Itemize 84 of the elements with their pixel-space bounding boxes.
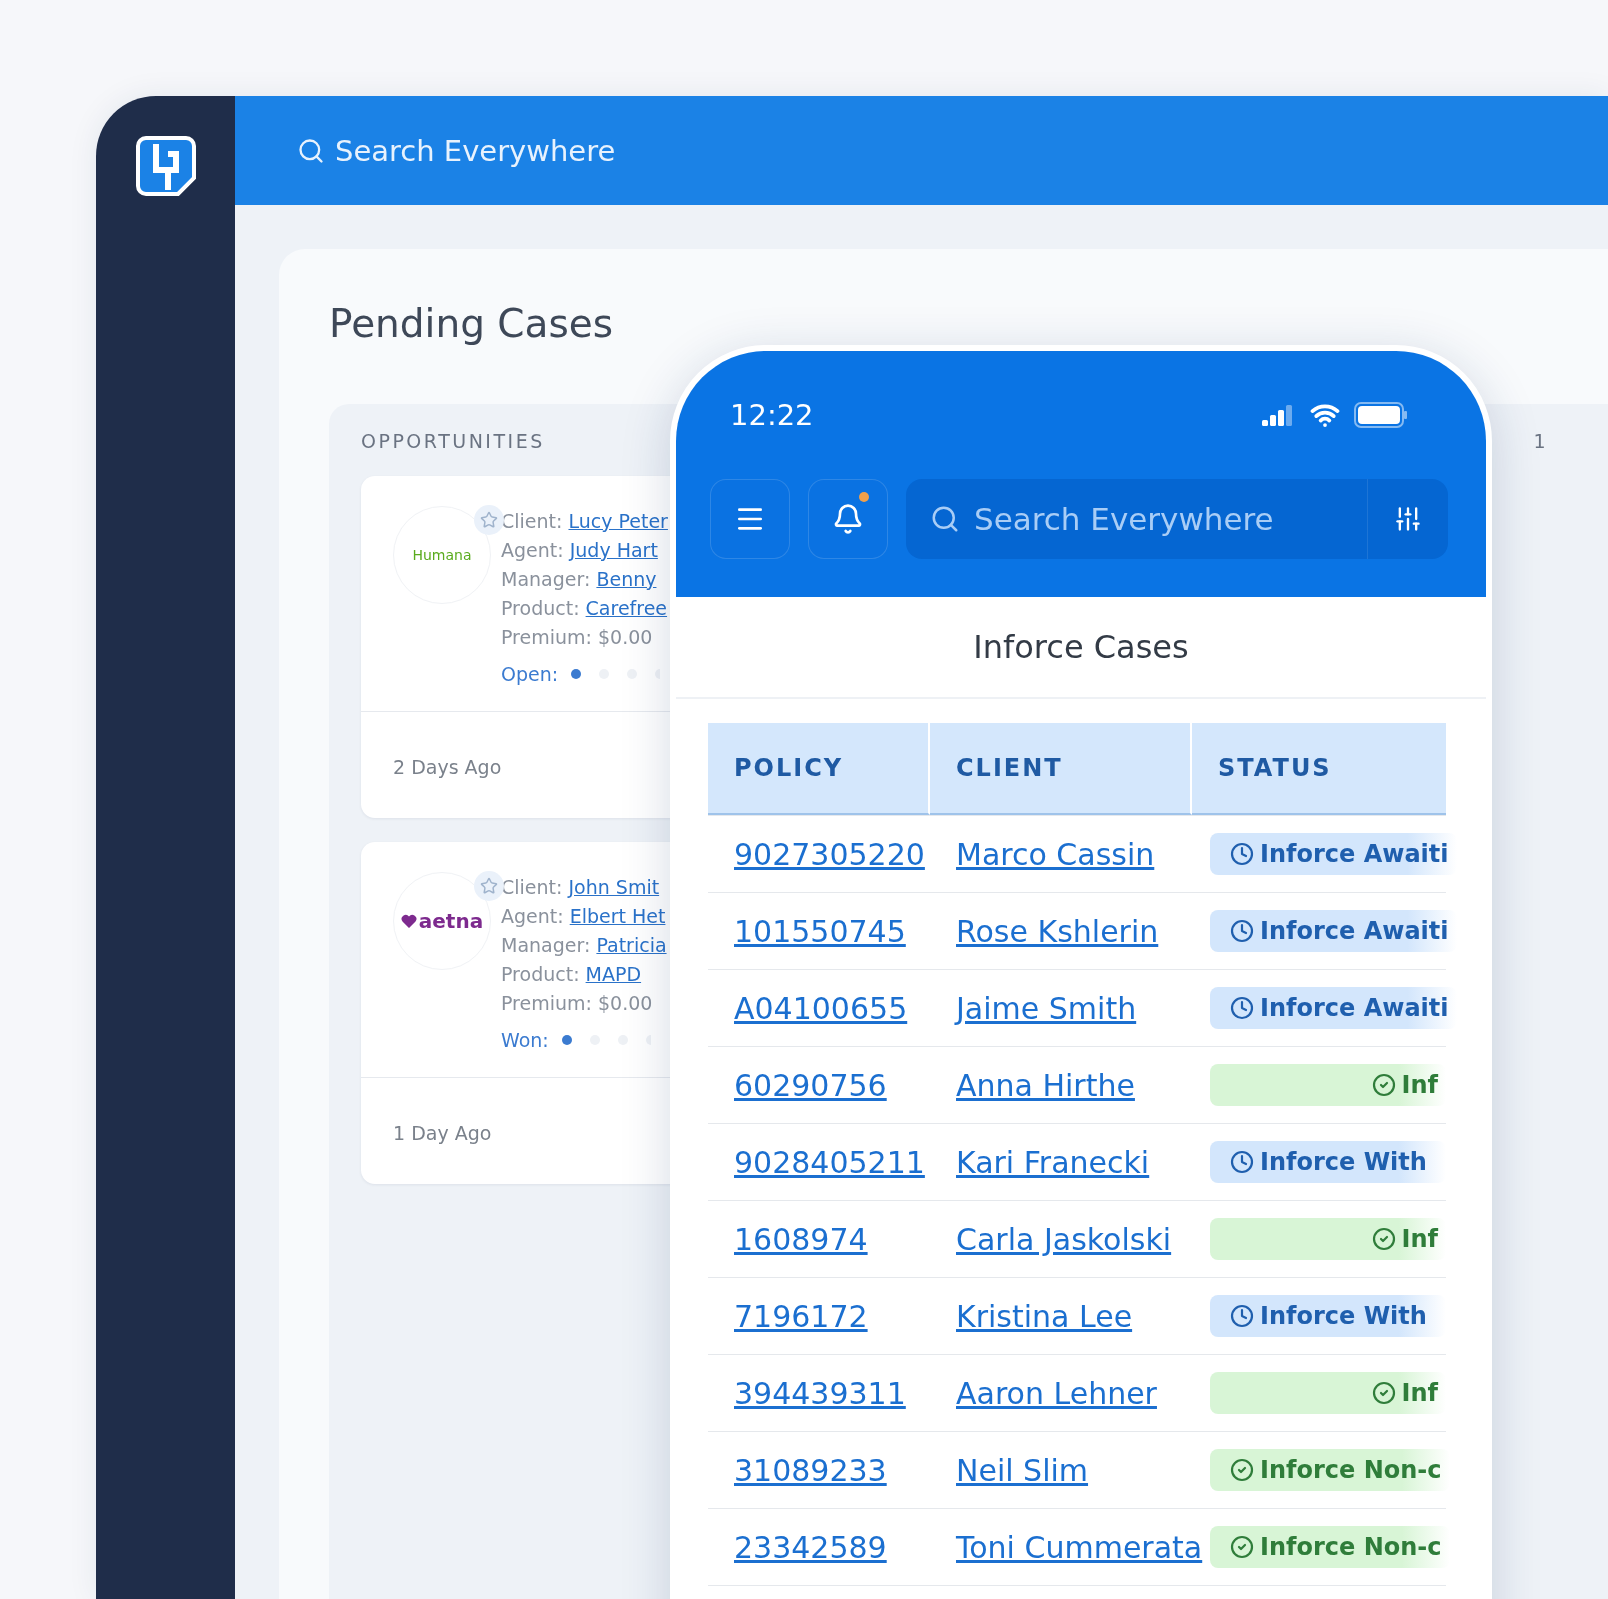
- star-button[interactable]: [474, 505, 504, 535]
- stage-label: Open:: [501, 663, 559, 685]
- search-field[interactable]: Search Everywhere: [297, 133, 616, 168]
- field-value: $0.00: [598, 992, 653, 1014]
- field-value: $0.00: [598, 626, 653, 648]
- clock-icon: [1230, 996, 1254, 1020]
- field-link[interactable]: Carefree: [585, 597, 668, 619]
- field-label: Agent:: [501, 905, 564, 927]
- field-label: Product:: [501, 963, 580, 985]
- client-link[interactable]: Aaron Lehner: [956, 1375, 1157, 1411]
- stage-label: Won:: [501, 1029, 549, 1051]
- policy-link[interactable]: 9028405211: [734, 1144, 925, 1180]
- logo-icon: [133, 134, 198, 198]
- field-label: Client:: [501, 876, 563, 898]
- star-button[interactable]: [474, 871, 504, 901]
- policy-link[interactable]: 31089233: [734, 1452, 887, 1488]
- screen-title: Inforce Cases: [973, 628, 1189, 666]
- battery-icon: [1354, 402, 1408, 428]
- status-time: 12:22: [730, 398, 814, 432]
- field-label: Agent:: [501, 539, 564, 561]
- client-link[interactable]: Carla Jaskolski: [956, 1221, 1172, 1257]
- column-header: POLICY: [708, 723, 930, 815]
- field-link[interactable]: Elbert Het: [569, 905, 666, 927]
- check-circle-icon: [1230, 1535, 1254, 1559]
- field-link[interactable]: Judy Hart: [569, 539, 658, 561]
- field-link[interactable]: Benny: [596, 568, 657, 590]
- field-link[interactable]: Patricia: [596, 934, 667, 956]
- policy-link[interactable]: 9027305220: [734, 836, 925, 872]
- card-age: 1 Day Ago: [392, 1121, 493, 1146]
- field-link[interactable]: Lucy Peter: [568, 510, 668, 532]
- field-label: Manager:: [501, 568, 591, 590]
- clock-icon: [1230, 842, 1254, 866]
- column-header: CLIENT: [930, 723, 1192, 815]
- field-label: Product:: [501, 597, 580, 619]
- policy-link[interactable]: 1608974: [734, 1221, 868, 1257]
- search-field[interactable]: Search Everywhere: [906, 479, 1448, 559]
- policy-link[interactable]: 7196172: [734, 1298, 868, 1334]
- check-circle-icon: [1371, 1073, 1396, 1097]
- menu-button[interactable]: [710, 479, 790, 559]
- notifications-button[interactable]: [808, 479, 888, 559]
- field-label: Premium:: [501, 992, 592, 1014]
- policy-link[interactable]: 101550745: [734, 913, 906, 949]
- client-link[interactable]: Toni Cummerata: [956, 1529, 1203, 1565]
- star-icon: [480, 511, 498, 529]
- bell-icon: [832, 503, 864, 535]
- client-link[interactable]: Marco Cassin: [956, 836, 1155, 872]
- client-link[interactable]: Neil Slim: [956, 1452, 1089, 1488]
- policy-link[interactable]: 394439311: [734, 1375, 906, 1411]
- clock-icon: [1230, 1150, 1254, 1174]
- field-label: Manager:: [501, 934, 591, 956]
- check-circle-icon: [1371, 1227, 1396, 1251]
- client-link[interactable]: Kristina Lee: [956, 1298, 1133, 1334]
- search-icon: [930, 504, 960, 534]
- heart-icon: [400, 914, 417, 928]
- status-badge: Inf: [1210, 1218, 1446, 1260]
- client-link[interactable]: Rose Kshlerin: [956, 913, 1159, 949]
- sliders-icon: [1394, 505, 1422, 533]
- field-link[interactable]: MAPD: [585, 963, 642, 985]
- column-header: STATUS: [1192, 723, 1446, 815]
- search-icon: [297, 136, 325, 165]
- page-indicator: 1: [1533, 430, 1548, 452]
- client-link[interactable]: Anna Hirthe: [956, 1067, 1135, 1103]
- status-badge: Inforce With: [1210, 1141, 1446, 1183]
- page-title: Pending Cases: [329, 301, 615, 346]
- status-badge: Inforce With: [1210, 1295, 1446, 1337]
- field-link[interactable]: John Smit: [568, 876, 660, 898]
- logo-text: Humana: [412, 547, 472, 563]
- check-circle-icon: [1230, 1458, 1254, 1482]
- policy-link[interactable]: 23342589: [734, 1529, 887, 1565]
- logo-text: aetna: [418, 909, 484, 933]
- client-link[interactable]: Jaime Smith: [956, 990, 1137, 1026]
- policy-link[interactable]: A04100655: [734, 990, 908, 1026]
- status-badge: Inf: [1210, 1064, 1446, 1106]
- field-label: Client:: [501, 510, 563, 532]
- card-age: 2 Days Ago: [392, 755, 503, 780]
- clock-icon: [1230, 1304, 1254, 1328]
- check-circle-icon: [1371, 1381, 1396, 1405]
- field-label: Premium:: [501, 626, 592, 648]
- star-icon: [480, 877, 498, 895]
- status-badge: Inf: [1210, 1372, 1446, 1414]
- section-heading: OPPORTUNITIES: [361, 430, 545, 452]
- clock-icon: [1230, 919, 1254, 943]
- policy-link[interactable]: 60290756: [734, 1067, 887, 1103]
- client-link[interactable]: Kari Franecki: [956, 1144, 1150, 1180]
